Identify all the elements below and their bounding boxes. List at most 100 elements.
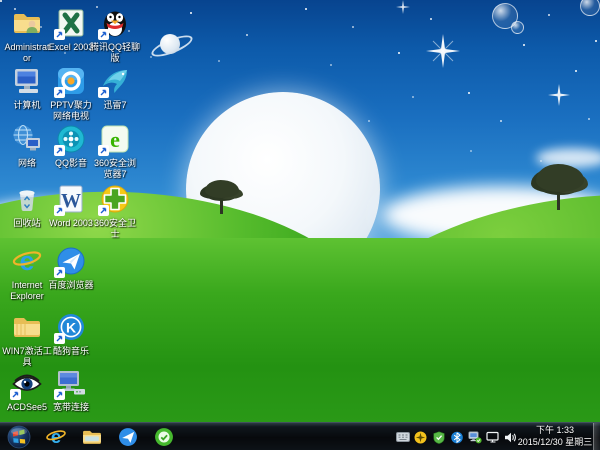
shortcut-arrow-icon <box>54 205 65 216</box>
keyboard-input-icon[interactable] <box>395 430 410 445</box>
paper-plane-icon <box>117 426 139 448</box>
desktop-icon-broadband[interactable]: 宽带连接 <box>46 366 96 413</box>
shortcut-arrow-icon <box>54 333 65 344</box>
taskbar-ie-button[interactable]: e <box>38 424 74 450</box>
start-button[interactable] <box>5 424 33 450</box>
desktop-icon-label: 迅雷7 <box>90 100 140 111</box>
green-e-browser-icon: e <box>98 122 132 156</box>
internet-explorer-icon: e <box>10 244 44 278</box>
desktop-icon-label: 360安全卫士 <box>90 218 140 239</box>
tree-silhouette <box>203 180 241 214</box>
system-tray <box>395 423 518 451</box>
tree-canopy <box>536 164 584 192</box>
taskbar-baidu-button[interactable] <box>110 424 146 450</box>
desktop-icon-excel-2003[interactable]: Excel 2003 <box>46 6 96 53</box>
network-globe-icon <box>10 122 44 156</box>
computer-icon <box>10 64 44 98</box>
desktop-icon-label: ACDSee5 <box>2 402 52 413</box>
xunlei-bird-icon <box>98 64 132 98</box>
user-folder-icon <box>10 6 44 40</box>
desktop-icon-network[interactable]: 网络 <box>2 122 52 169</box>
paper-plane-icon <box>54 244 88 278</box>
desktop-icon-baidu-browser[interactable]: 百度浏览器 <box>46 244 96 291</box>
yellow-app-icon[interactable] <box>413 430 428 445</box>
svg-text:e: e <box>51 426 61 447</box>
desktop-icon-recycle-bin[interactable]: 回收站 <box>2 182 52 229</box>
sparkle-star-icon <box>548 84 570 106</box>
desktop-icon-xunlei[interactable]: 迅雷7 <box>90 64 140 111</box>
shortcut-arrow-icon <box>54 29 65 40</box>
desktop-icon-360-browser[interactable]: e 360安全浏览器7 <box>90 122 140 179</box>
taskbar: e 下午 1:33 2015/12/30 星期三 <box>0 422 600 450</box>
desktop-icon-label: 百度浏览器 <box>46 280 96 291</box>
qq-penguin-icon <box>98 6 132 40</box>
desktop-icon-word-2003[interactable]: W Word 2003 <box>46 182 96 229</box>
sparkle-star-icon <box>426 34 460 68</box>
planet-body <box>160 34 180 54</box>
folder-icon <box>10 310 44 344</box>
broadband-connection-icon <box>54 366 88 400</box>
volume-icon[interactable] <box>503 430 518 445</box>
shortcut-arrow-icon <box>98 145 109 156</box>
shortcut-arrow-icon <box>10 389 21 400</box>
show-desktop-button[interactable] <box>593 423 600 451</box>
desktop-icon-label: 计算机 <box>2 100 52 111</box>
desktop-icon-pptv[interactable]: PPTV聚力 网络电视 <box>46 64 96 121</box>
taskbar-clock[interactable]: 下午 1:33 2015/12/30 星期三 <box>517 425 593 448</box>
desktop-icon-tencent-qq[interactable]: 腾讯QQ轻聊版 <box>90 6 140 63</box>
taskbar-explorer-button[interactable] <box>74 424 110 450</box>
clock-date: 2015/12/30 星期三 <box>517 437 593 449</box>
shortcut-arrow-icon <box>98 29 109 40</box>
shortcut-arrow-icon <box>54 87 65 98</box>
excel-icon <box>54 6 88 40</box>
desktop-wallpaper: Administrator Excel 2003 腾讯QQ轻聊版 计算机 PPT… <box>0 0 600 422</box>
clock-time: 下午 1:33 <box>517 425 593 437</box>
svg-text:K: K <box>66 320 76 336</box>
star-field <box>0 0 2 2</box>
desktop-icon-label: WIN7激活工具 <box>2 346 52 367</box>
pptv-icon <box>54 64 88 98</box>
taskbar-360-button[interactable] <box>146 424 182 450</box>
recycle-bin-icon <box>10 182 44 216</box>
folder-icon <box>81 426 103 448</box>
shortcut-arrow-icon <box>98 87 109 98</box>
bubble <box>511 21 524 34</box>
desktop-icon-computer[interactable]: 计算机 <box>2 64 52 111</box>
sparkle-star-icon <box>396 0 410 14</box>
desktop-icon-label: 网络 <box>2 158 52 169</box>
word-icon: W <box>54 182 88 216</box>
shortcut-arrow-icon <box>54 267 65 278</box>
eye-icon <box>10 366 44 400</box>
internet-explorer-icon: e <box>45 426 67 448</box>
desktop-icon-label: 酷狗音乐 <box>46 346 96 357</box>
svg-text:e: e <box>110 127 120 152</box>
desktop-icon-qq-player[interactable]: QQ影音 <box>46 122 96 169</box>
shortcut-arrow-icon <box>98 205 109 216</box>
desktop-icon-win7-activation[interactable]: WIN7激活工具 <box>2 310 52 367</box>
ringed-planet <box>156 30 184 58</box>
shortcut-arrow-icon <box>54 389 65 400</box>
desktop-icon-label: 腾讯QQ轻聊版 <box>90 42 140 63</box>
display-icon[interactable] <box>485 430 500 445</box>
network-connected-icon[interactable] <box>467 430 482 445</box>
windows-orb-icon <box>7 425 31 449</box>
desktop-icon-kugou[interactable]: K 酷狗音乐 <box>46 310 96 357</box>
desktop-icon-administrator[interactable]: Administrator <box>2 6 52 63</box>
desktop-icon-label: Excel 2003 <box>46 42 96 53</box>
green-cross-icon <box>98 182 132 216</box>
desktop-icon-label: PPTV聚力 网络电视 <box>46 100 96 121</box>
tree-silhouette <box>533 164 587 212</box>
desktop-icon-label: 360安全浏览器7 <box>90 158 140 179</box>
bluetooth-icon[interactable] <box>449 430 464 445</box>
shortcut-arrow-icon <box>54 145 65 156</box>
desktop-icon-label: 宽带连接 <box>46 402 96 413</box>
green-shield-icon[interactable] <box>431 430 446 445</box>
desktop-icon-acdsee[interactable]: ACDSee5 <box>2 366 52 413</box>
desktop-icon-label: Internet Explorer <box>2 280 52 301</box>
film-reel-icon <box>54 122 88 156</box>
desktop-icon-internet-explorer[interactable]: e Internet Explorer <box>2 244 52 301</box>
desktop-icon-360-safeguard[interactable]: 360安全卫士 <box>90 182 140 239</box>
desktop-icon-label: Word 2003 <box>46 218 96 229</box>
green-circle-icon <box>153 426 175 448</box>
kugou-k-icon: K <box>54 310 88 344</box>
